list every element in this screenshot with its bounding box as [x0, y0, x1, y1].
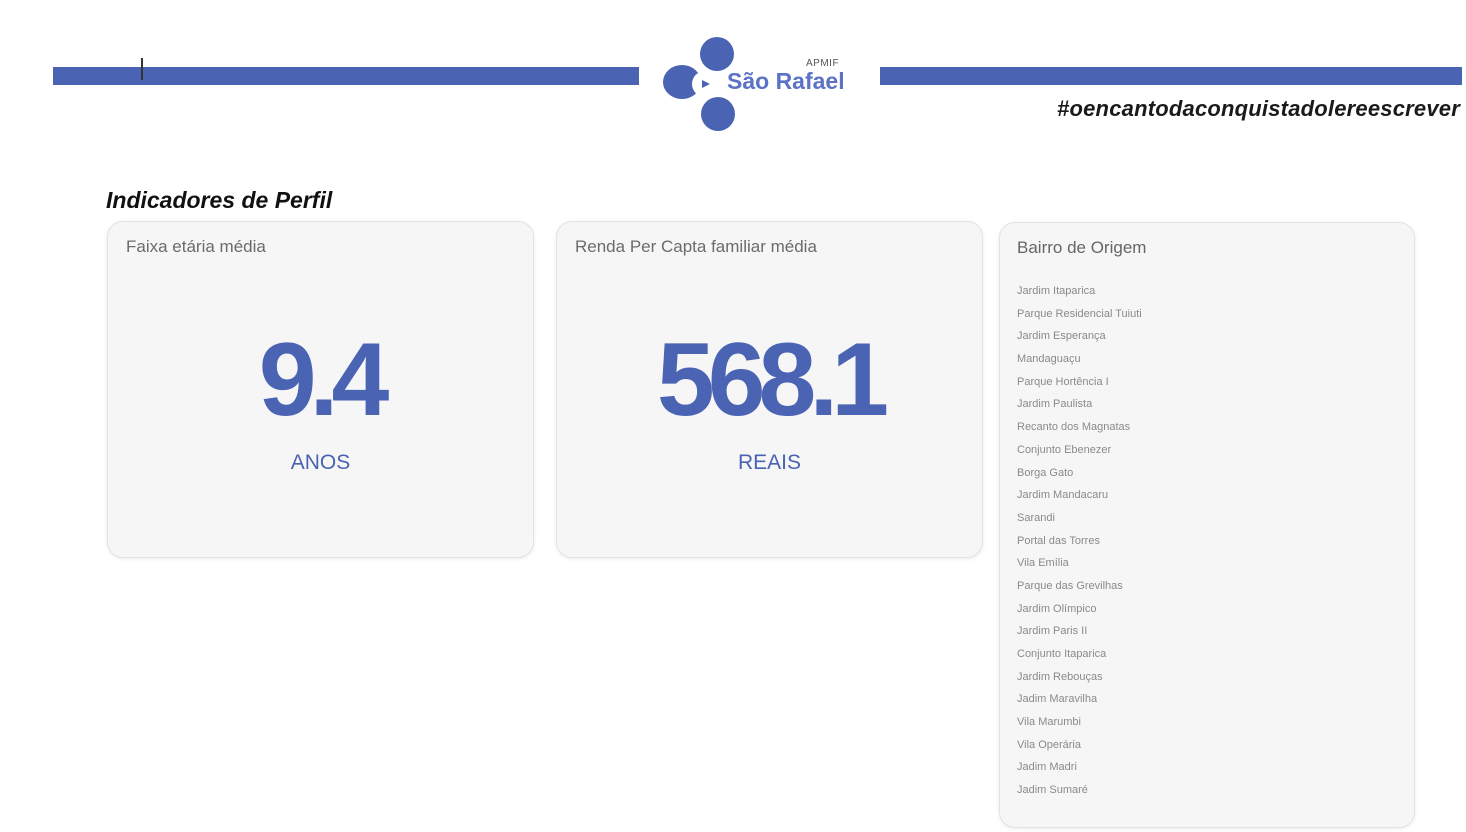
header-bar-right [880, 67, 1462, 85]
text-cursor [141, 58, 143, 80]
list-item: Mandaguaçu [1017, 353, 1081, 366]
list-item: Conjunto Itaparica [1017, 648, 1107, 660]
list-item: Parque Residencial Tuiuti [1017, 307, 1142, 320]
list-item: Conjunto Ebenezer [1017, 443, 1112, 456]
section-title: Indicadores de Perfil [106, 187, 333, 213]
list-item: Recanto dos Magnatas [1017, 421, 1131, 434]
age-unit: ANOS [290, 451, 351, 474]
list-item: Jadim Madri [1017, 761, 1077, 774]
list-item: Vila Emília [1017, 557, 1069, 570]
list-item: Sarandi [1017, 511, 1055, 524]
neighborhood-title: Bairro de Origem [1017, 238, 1147, 257]
hashtag: #oencantodaconquistadolereescrever [1057, 96, 1460, 121]
list-item: Borga Gato [1017, 466, 1074, 479]
list-item: Jardim Esperança [1017, 330, 1106, 343]
list-item: Jardim Rebouças [1017, 670, 1103, 683]
list-item: Jadim Sumaré [1017, 784, 1088, 797]
list-item: Jardim Olímpico [1017, 602, 1097, 615]
list-item: Vila Marumbi [1017, 716, 1081, 729]
list-item: Jardim Paulista [1017, 398, 1093, 411]
age-card-label: Faixa etária média [126, 237, 266, 256]
list-item: Parque das Grevilhas [1017, 579, 1123, 592]
income-value: 568.1 [656, 322, 889, 438]
list-item: Vila Operária [1017, 738, 1081, 751]
list-item: Jadim Maravilha [1017, 693, 1098, 706]
neighborhood-list: Jardim Itaparica Parque Residencial Tuiu… [1017, 280, 1142, 802]
income-unit: REAIS [737, 451, 802, 474]
list-item: Parque Hortência I [1017, 375, 1109, 388]
age-value: 9.4 [258, 322, 390, 438]
brand-name: São Rafael [727, 68, 845, 94]
income-card: Renda Per Capta familiar média 568.1 REA… [556, 221, 983, 558]
list-item: Jardim Mandacaru [1017, 489, 1109, 502]
list-item: Jardim Paris II [1017, 625, 1088, 638]
list-item: Portal das Torres [1017, 534, 1100, 547]
list-item: Jardim Itaparica [1017, 285, 1096, 297]
age-card: Faixa etária média 9.4 ANOS [107, 221, 534, 558]
neighborhood-card: Bairro de Origem Jardim Itaparica Parque… [999, 222, 1415, 828]
income-card-label: Renda Per Capta familiar média [575, 237, 817, 256]
